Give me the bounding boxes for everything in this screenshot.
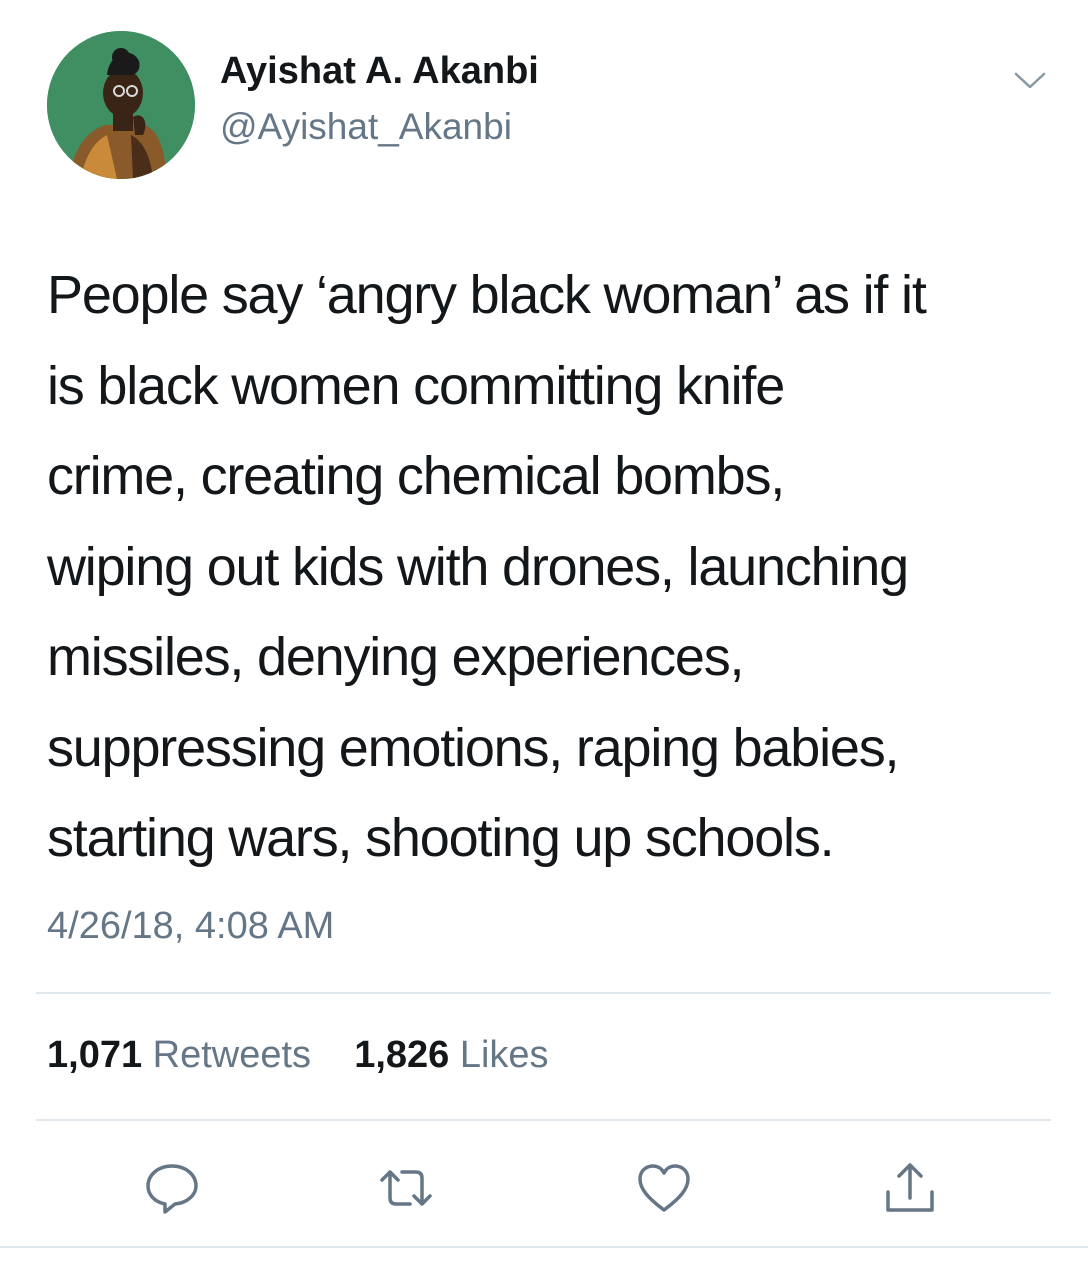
share-button[interactable] — [880, 1158, 940, 1218]
tweet-line: People say ‘angry black woman’ as if it — [47, 265, 927, 325]
profile-photo — [47, 31, 195, 179]
divider — [0, 1246, 1088, 1248]
tweet-line: is black women committing knife — [47, 355, 785, 416]
tweet-line: wiping out kids with drones, launching — [47, 536, 909, 597]
share-icon — [886, 1163, 934, 1212]
tweet-line: starting wars, shooting up schools. — [47, 808, 835, 868]
likes-stat[interactable]: 1,826 Likes — [354, 1034, 548, 1076]
reply-button[interactable] — [142, 1158, 202, 1218]
user-handle[interactable]: @Ayishat_Akanbi — [220, 106, 512, 148]
tweet-timestamp: 4/26/18, 4:08 AM — [47, 905, 335, 947]
avatar[interactable] — [47, 31, 195, 179]
chevron-down-icon[interactable] — [1006, 62, 1054, 98]
tweet-stats: 1,071 Retweets 1,826 Likes — [47, 1034, 549, 1077]
display-name[interactable]: Ayishat A. Akanbi — [220, 50, 539, 93]
retweets-count: 1,071 — [47, 1034, 143, 1076]
like-icon — [638, 1164, 690, 1212]
like-button[interactable] — [634, 1158, 694, 1218]
tweet-line: crime, creating chemical bombs, — [47, 446, 785, 506]
tweet-line: suppressing emotions, raping babies, — [47, 717, 900, 778]
tweet-text: People say ‘angry black woman’ as if it … — [47, 250, 1057, 884]
retweets-stat[interactable]: 1,071 Retweets — [47, 1034, 322, 1076]
retweet-button[interactable] — [376, 1158, 436, 1218]
divider — [36, 992, 1051, 994]
reply-icon — [146, 1164, 198, 1214]
likes-label: Likes — [459, 1034, 549, 1076]
likes-count: 1,826 — [354, 1034, 450, 1076]
tweet-line: missiles, denying experiences, — [47, 627, 745, 687]
retweet-icon — [380, 1170, 432, 1206]
divider — [36, 1119, 1051, 1121]
retweets-label: Retweets — [152, 1034, 312, 1076]
